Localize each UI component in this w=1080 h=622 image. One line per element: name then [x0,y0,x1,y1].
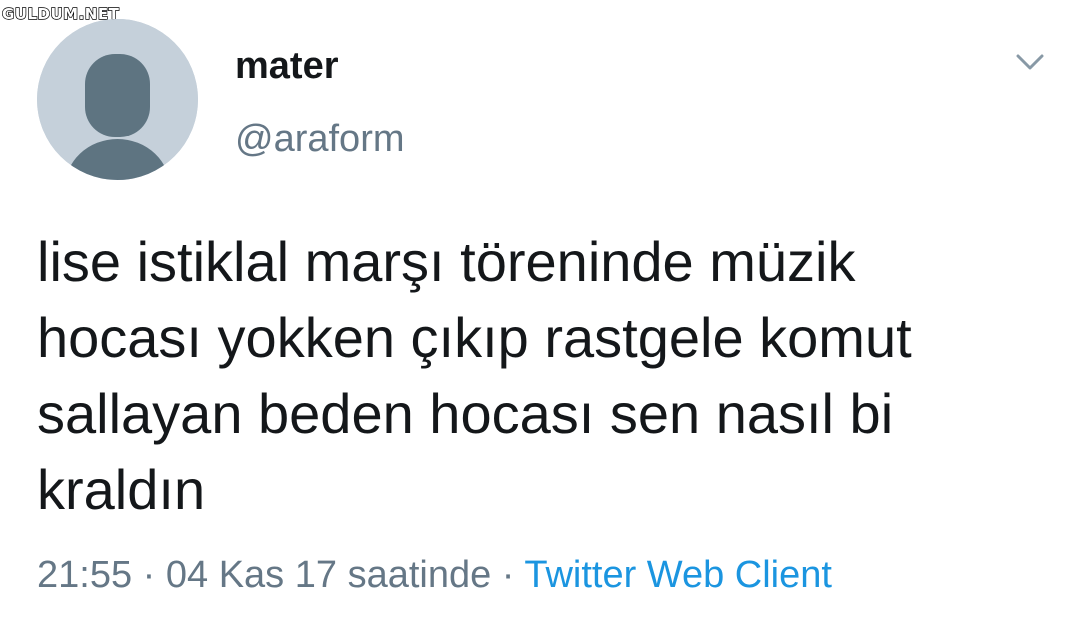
tweet-date[interactable]: 04 Kas 17 saatinde [166,554,491,596]
metadata-separator: · [142,554,156,596]
tweet-text-line: kraldın [37,458,206,521]
tweet-text-line: hocası yokken çıkıp rastgele komut [37,306,912,369]
metadata-separator: · [501,554,515,596]
tweet-text-line: lise istiklal marşı töreninde müzik [37,230,856,293]
user-handle[interactable]: @araform [235,117,405,161]
tweet-metadata: 21:55 · 04 Kas 17 saatinde · Twitter Web… [37,552,832,598]
display-name[interactable]: mater [235,44,339,88]
tweet-text-line: sallayan beden hocası sen nasıl bi [37,382,894,445]
tweet-source-link[interactable]: Twitter Web Client [524,554,832,596]
default-profile-avatar-icon [37,19,198,180]
avatar[interactable] [37,19,198,180]
tweet-text: lise istiklal marşı töreninde müzik hoca… [37,224,1047,528]
chevron-down-icon[interactable] [1010,47,1050,77]
tweet-timestamp[interactable]: 21:55 [37,554,132,596]
